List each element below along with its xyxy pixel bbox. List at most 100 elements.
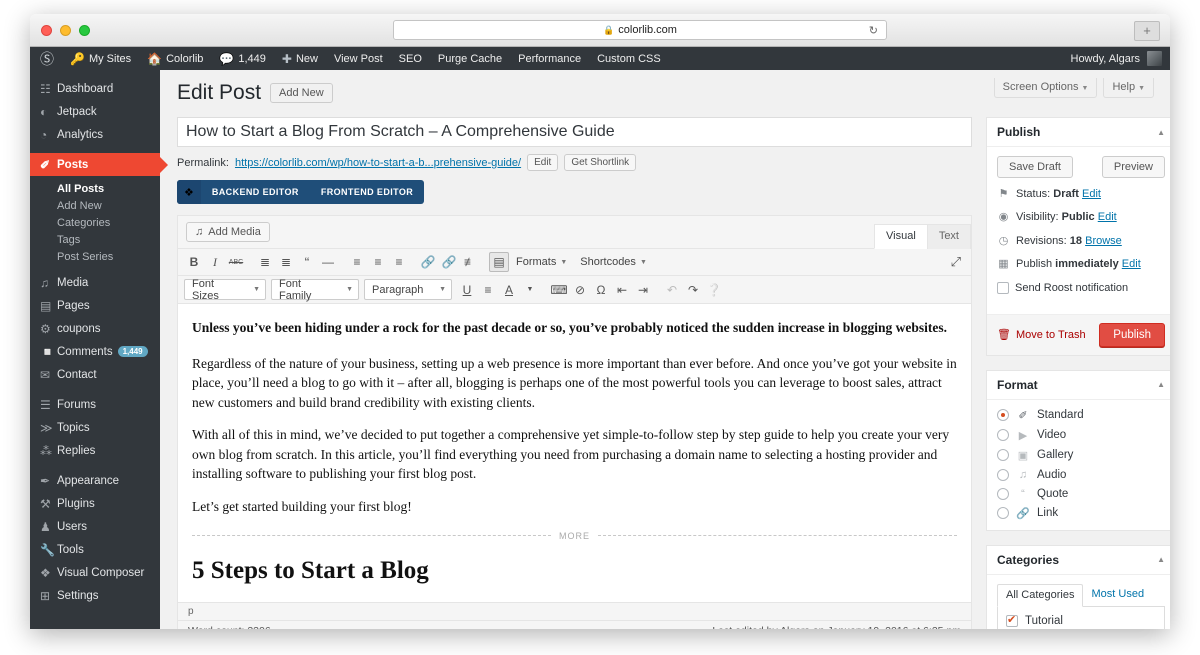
adminbar-item-seo[interactable]: SEO: [391, 47, 430, 70]
sidebar-item-posts[interactable]: ✐ Posts: [30, 153, 168, 176]
special-character-icon[interactable]: Ω: [591, 280, 611, 300]
sidebar-item-forums[interactable]: ☰ Forums: [30, 393, 160, 416]
get-shortlink-button[interactable]: Get Shortlink: [564, 154, 637, 171]
format-option-link[interactable]: 🔗 Link: [997, 507, 1165, 520]
sidebar-item-pages[interactable]: ▤ Pages: [30, 294, 160, 317]
backend-editor-tab[interactable]: BACKEND EDITOR: [201, 180, 310, 204]
edit-permalink-button[interactable]: Edit: [527, 154, 559, 171]
new-tab-button[interactable]: +: [1134, 21, 1160, 41]
unlink-icon[interactable]: 🔗: [439, 252, 459, 272]
sidebar-item-appearance[interactable]: ✒ Appearance: [30, 469, 160, 492]
format-option-quote[interactable]: “ Quote: [997, 487, 1165, 500]
edit-status-link[interactable]: Edit: [1082, 188, 1101, 200]
maximize-window-button[interactable]: [79, 25, 90, 36]
horizontal-rule-icon[interactable]: —: [318, 252, 338, 272]
font-family-select[interactable]: Font Family ▼: [271, 278, 359, 302]
text-color-icon[interactable]: A: [499, 280, 519, 300]
numbered-list-icon[interactable]: ≣: [276, 252, 296, 272]
sidebar-item-contact[interactable]: ✉ Contact: [30, 363, 160, 386]
redo-icon[interactable]: ↷: [683, 280, 703, 300]
sidebar-item-visual-composer[interactable]: ❖ Visual Composer: [30, 561, 160, 584]
tab-most-used[interactable]: Most Used: [1083, 584, 1152, 606]
decrease-indent-icon[interactable]: ⇤: [612, 280, 632, 300]
text-color-caret-icon[interactable]: ▼: [520, 280, 540, 300]
underline-icon[interactable]: U: [457, 280, 477, 300]
adminbar-item-new[interactable]: ✚ New: [274, 47, 326, 70]
move-to-trash-button[interactable]: 🗑 Move to Trash: [997, 328, 1086, 342]
sidebar-item-media[interactable]: ♫ Media: [30, 271, 160, 294]
strikethrough-icon[interactable]: ABC: [226, 252, 246, 272]
add-new-button[interactable]: Add New: [270, 83, 333, 103]
sidebar-subitem-add-new[interactable]: Add New: [30, 197, 160, 214]
categories-box-header[interactable]: Categories ▲: [987, 546, 1170, 575]
browse-revisions-link[interactable]: Browse: [1085, 235, 1122, 247]
post-title-input[interactable]: [177, 117, 972, 147]
adminbar-item-purge-cache[interactable]: Purge Cache: [430, 47, 510, 70]
sidebar-subitem-post-series[interactable]: Post Series: [30, 248, 160, 265]
sidebar-subitem-tags[interactable]: Tags: [30, 231, 160, 248]
add-media-button[interactable]: ♫ Add Media: [186, 222, 270, 242]
clear-formatting-icon[interactable]: ⊘: [570, 280, 590, 300]
edit-publish-date-link[interactable]: Edit: [1122, 258, 1141, 270]
adminbar-item-comments[interactable]: 💬 1,449: [211, 47, 273, 70]
bold-icon[interactable]: B: [184, 252, 204, 272]
align-left-icon[interactable]: ≡: [347, 252, 367, 272]
minimize-window-button[interactable]: [60, 25, 71, 36]
category-item-tutorial[interactable]: Tutorial: [1006, 613, 1156, 627]
categories-list[interactable]: Tutorial Coupons eCommerce: [997, 606, 1165, 629]
sidebar-subitem-categories[interactable]: Categories: [30, 214, 160, 231]
insert-link-icon[interactable]: 🔗: [418, 252, 438, 272]
read-more-icon[interactable]: ≢: [460, 252, 480, 272]
chevron-up-icon[interactable]: ▲: [1157, 128, 1165, 137]
sidebar-item-tools[interactable]: 🔧 Tools: [30, 538, 160, 561]
align-right-icon[interactable]: ≡: [389, 252, 409, 272]
preview-button[interactable]: Preview: [1101, 156, 1165, 178]
formats-dropdown[interactable]: Formats ▼: [510, 252, 573, 272]
sidebar-subitem-all-posts[interactable]: All Posts: [30, 180, 160, 197]
radio-video[interactable]: [997, 429, 1009, 442]
justify-icon[interactable]: ≡: [478, 280, 498, 300]
format-option-audio[interactable]: ♫ Audio: [997, 468, 1165, 481]
adminbar-account-menu[interactable]: Howdy, Algars: [1071, 47, 1171, 70]
adminbar-item-my-sites[interactable]: 🔑 My Sites: [62, 47, 139, 70]
screen-options-button[interactable]: Screen Options ▼: [993, 78, 1098, 98]
sidebar-item-jetpack[interactable]: ◐ Jetpack: [30, 100, 160, 123]
adminbar-item-custom-css[interactable]: Custom CSS: [589, 47, 669, 70]
bulleted-list-icon[interactable]: ≣: [255, 252, 275, 272]
radio-standard[interactable]: [997, 409, 1009, 422]
adminbar-item-colorlib[interactable]: 🏠 Colorlib: [139, 47, 211, 70]
sidebar-item-dashboard[interactable]: ☷ Dashboard: [30, 77, 160, 100]
italic-icon[interactable]: I: [205, 252, 225, 272]
save-draft-button[interactable]: Save Draft: [997, 156, 1073, 178]
edit-visibility-link[interactable]: Edit: [1098, 211, 1117, 223]
shortcodes-dropdown[interactable]: Shortcodes ▼: [574, 252, 653, 272]
radio-audio[interactable]: [997, 468, 1009, 481]
address-bar[interactable]: 🔒 colorlib.com ↻: [393, 20, 887, 40]
chevron-up-icon[interactable]: ▲: [1157, 380, 1165, 389]
roost-notification-row[interactable]: Send Roost notification: [997, 281, 1165, 296]
publish-box-header[interactable]: Publish ▲: [987, 118, 1170, 147]
tab-all-categories[interactable]: All Categories: [997, 583, 1084, 607]
keyboard-shortcuts-icon[interactable]: ❔: [704, 280, 724, 300]
sidebar-item-analytics[interactable]: ◔ Analytics: [30, 123, 160, 146]
sidebar-item-coupons[interactable]: ⚙ coupons: [30, 317, 160, 340]
wordpress-logo-icon[interactable]: Ⓢ: [30, 49, 62, 69]
publish-button[interactable]: Publish: [1099, 322, 1165, 347]
format-option-gallery[interactable]: ▣ Gallery: [997, 449, 1165, 462]
sidebar-item-settings[interactable]: ⊞ Settings: [30, 584, 160, 607]
paragraph-select[interactable]: Paragraph ▼: [364, 279, 452, 300]
toolbar-toggle-icon[interactable]: ▤: [489, 252, 509, 272]
format-option-video[interactable]: ▶ Video: [997, 429, 1165, 442]
radio-gallery[interactable]: [997, 449, 1009, 462]
fullscreen-icon[interactable]: ⤢: [951, 254, 961, 270]
editor-element-path[interactable]: p: [178, 602, 971, 620]
tab-text[interactable]: Text: [926, 224, 971, 249]
radio-link[interactable]: [997, 507, 1009, 520]
category-checkbox-tutorial[interactable]: [1006, 613, 1018, 627]
roost-checkbox[interactable]: [997, 282, 1009, 295]
format-option-standard[interactable]: ✐ Standard: [997, 409, 1165, 422]
permalink-link[interactable]: https://colorlib.com/wp/how-to-start-a-b…: [235, 157, 521, 169]
tab-visual[interactable]: Visual: [874, 224, 928, 249]
paste-as-text-icon[interactable]: ⌨: [549, 280, 569, 300]
editor-content-area[interactable]: Unless you’ve been hiding under a rock f…: [178, 304, 971, 602]
